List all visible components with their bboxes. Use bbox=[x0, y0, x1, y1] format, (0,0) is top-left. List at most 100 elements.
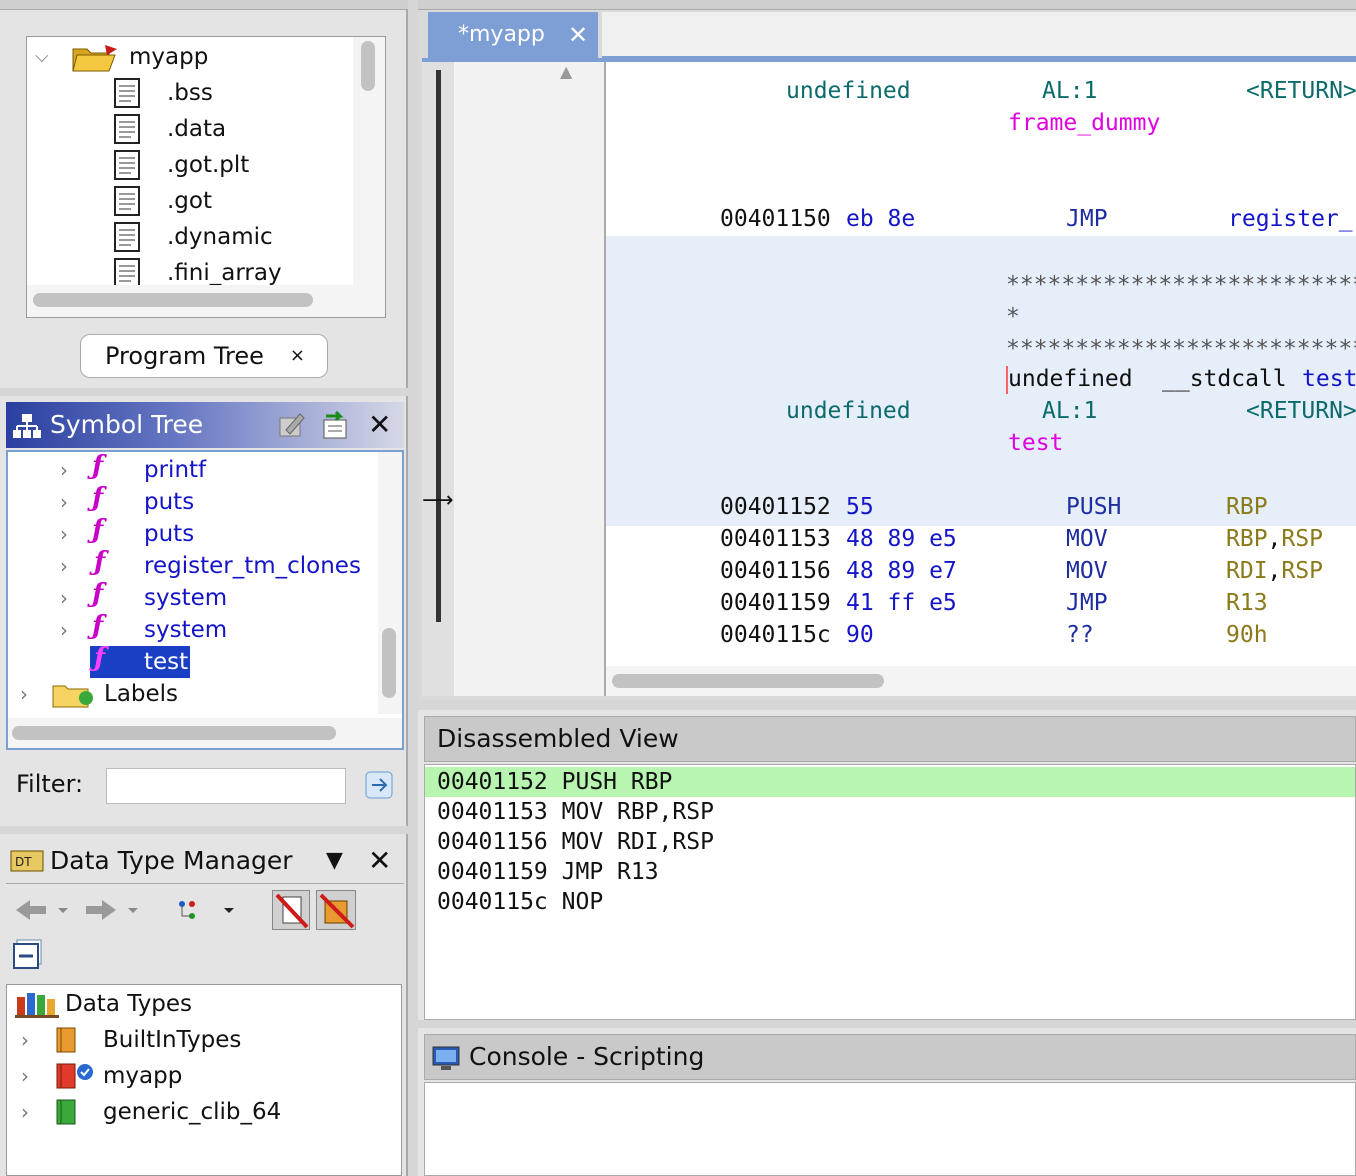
mnemonic[interactable]: PUSH bbox=[1066, 494, 1121, 520]
symbol-label: puts bbox=[144, 521, 195, 547]
scroll-thumb[interactable] bbox=[33, 293, 313, 307]
symbol-tree-icon bbox=[12, 412, 42, 440]
scroll-up-arrow-icon[interactable]: ▲ bbox=[560, 62, 572, 81]
archive-label: myapp bbox=[103, 1063, 183, 1089]
mnemonic[interactable]: JMP bbox=[1066, 206, 1108, 232]
symbol-tree-view[interactable]: › ƒ printf › ƒ puts › ƒ puts › ƒ registe… bbox=[6, 450, 404, 750]
filter-types-icon[interactable] bbox=[176, 894, 238, 926]
console-output[interactable] bbox=[424, 1082, 1356, 1176]
operands[interactable]: RBP,RSP bbox=[1226, 526, 1323, 552]
disassembled-view-body[interactable]: 00401152 PUSH RBP 00401153 MOV RBP,RSP 0… bbox=[424, 764, 1356, 1020]
close-icon[interactable]: ✕ bbox=[568, 12, 588, 58]
chevron-right-icon[interactable]: › bbox=[21, 1059, 29, 1093]
symbol-item[interactable]: › ƒ printf bbox=[8, 452, 378, 486]
disassembly-row[interactable]: 00401156 MOV RDI,RSP bbox=[425, 827, 1355, 857]
dropdown-menu-icon[interactable]: ▼ bbox=[326, 842, 343, 880]
horizontal-scrollbar[interactable] bbox=[8, 718, 402, 748]
function-label[interactable]: test bbox=[1008, 430, 1063, 456]
operand[interactable]: RBP bbox=[1226, 494, 1268, 520]
symbol-item[interactable]: › ƒ system bbox=[8, 611, 378, 646]
operand[interactable]: 90h bbox=[1226, 622, 1268, 648]
vertical-scrollbar[interactable] bbox=[378, 452, 402, 714]
return-label: <RETURN> bbox=[1246, 398, 1356, 424]
chevron-down-icon[interactable]: ⌵ bbox=[35, 39, 49, 75]
symbol-item-selected[interactable]: ƒ test bbox=[90, 643, 190, 678]
scroll-thumb[interactable] bbox=[12, 726, 336, 740]
mnemonic[interactable]: ?? bbox=[1066, 622, 1094, 648]
scroll-thumb[interactable] bbox=[612, 674, 884, 688]
navigation-margin[interactable]: ⟶ bbox=[422, 62, 454, 696]
fragment-icon bbox=[113, 114, 143, 144]
chevron-right-icon[interactable]: › bbox=[60, 550, 68, 582]
hide-archives-icon[interactable] bbox=[316, 890, 356, 930]
symbol-label: test bbox=[144, 649, 189, 675]
collapse-all-icon[interactable] bbox=[12, 938, 44, 972]
mnemonic[interactable]: MOV bbox=[1066, 526, 1108, 552]
listing-tab[interactable]: *myapp ✕ bbox=[428, 12, 598, 58]
vertical-scrollbar[interactable] bbox=[353, 37, 385, 285]
close-icon[interactable]: ✕ bbox=[368, 842, 391, 880]
address[interactable]: 00401156 bbox=[720, 558, 831, 584]
chevron-right-icon[interactable]: › bbox=[21, 1023, 29, 1057]
filter-input[interactable] bbox=[106, 768, 346, 804]
data-type-archive-item[interactable]: › generic_clib_64 bbox=[7, 1095, 397, 1129]
archive-toggle-icon[interactable] bbox=[272, 890, 310, 930]
address[interactable]: 00401159 bbox=[720, 590, 831, 616]
chevron-right-icon[interactable]: › bbox=[60, 454, 68, 486]
close-icon[interactable]: ✕ bbox=[368, 406, 391, 444]
disassembly-row[interactable]: 00401153 MOV RBP,RSP bbox=[425, 797, 1355, 827]
function-icon: ƒ bbox=[94, 643, 106, 673]
operand[interactable]: R13 bbox=[1226, 590, 1268, 616]
back-arrow-icon[interactable] bbox=[12, 894, 72, 926]
chevron-right-icon[interactable]: › bbox=[60, 582, 68, 614]
edit-icon[interactable] bbox=[276, 410, 306, 440]
program-root-label: myapp bbox=[129, 44, 209, 70]
disassembly-row[interactable]: 0040115c NOP bbox=[425, 887, 1355, 917]
return-type: undefined bbox=[786, 398, 911, 424]
mnemonic[interactable]: MOV bbox=[1066, 558, 1108, 584]
filter-label: Filter: bbox=[16, 770, 84, 798]
chevron-right-icon[interactable]: › bbox=[60, 486, 68, 518]
folder-icon bbox=[52, 682, 96, 708]
program-tree-view[interactable]: ⌵ myapp .bss .data .got.plt .got .dynami… bbox=[26, 36, 386, 318]
symbol-item[interactable]: › ƒ puts bbox=[8, 515, 378, 550]
archive-label: BuiltInTypes bbox=[103, 1027, 242, 1053]
console-panel: Console - Scripting bbox=[418, 1028, 1356, 1176]
listing-horizontal-scrollbar[interactable] bbox=[604, 666, 1356, 696]
code-listing[interactable]: undefined AL:1 <RETURN> frame_dummy 0040… bbox=[604, 62, 1356, 666]
filter-options-icon[interactable] bbox=[362, 768, 396, 802]
address[interactable]: 00401150 bbox=[720, 206, 831, 232]
symbol-item[interactable]: › ƒ register_tm_clones bbox=[8, 547, 378, 582]
data-type-archive-item[interactable]: › myapp bbox=[7, 1059, 397, 1093]
labels-folder[interactable]: › Labels bbox=[8, 678, 378, 710]
program-tree-tab[interactable]: Program Tree × bbox=[80, 334, 328, 378]
disassembly-row-highlighted[interactable]: 00401152 PUSH RBP bbox=[425, 767, 1355, 797]
flow-arrow-margin[interactable]: ▲ bbox=[454, 62, 604, 696]
horizontal-scrollbar[interactable] bbox=[27, 285, 385, 317]
address[interactable]: 00401152 bbox=[720, 494, 831, 520]
disassembly-row[interactable]: 00401159 JMP R13 bbox=[425, 857, 1355, 887]
signature-name[interactable]: test( bbox=[1302, 366, 1356, 392]
operands[interactable]: RDI,RSP bbox=[1226, 558, 1323, 584]
scroll-thumb[interactable] bbox=[361, 41, 375, 91]
data-type-archive-item[interactable]: › BuiltInTypes bbox=[7, 1023, 397, 1057]
scroll-thumb[interactable] bbox=[382, 628, 396, 698]
forward-arrow-icon[interactable] bbox=[82, 894, 142, 926]
close-icon[interactable]: × bbox=[290, 335, 305, 377]
address[interactable]: 00401153 bbox=[720, 526, 831, 552]
chevron-right-icon[interactable]: › bbox=[20, 678, 28, 710]
chevron-right-icon[interactable]: › bbox=[60, 614, 68, 646]
operand[interactable]: register_ bbox=[1228, 206, 1353, 232]
operand: RDI bbox=[1226, 558, 1268, 584]
symbol-item[interactable]: › ƒ system bbox=[8, 579, 378, 614]
chevron-right-icon[interactable]: › bbox=[21, 1095, 29, 1129]
mnemonic[interactable]: JMP bbox=[1066, 590, 1108, 616]
function-label[interactable]: frame_dummy bbox=[1008, 110, 1160, 136]
chevron-right-icon[interactable]: › bbox=[60, 518, 68, 550]
address[interactable]: 0040115c bbox=[720, 622, 831, 648]
data-type-manager-panel: DT Data Type Manager ▼ ✕ Data Types › Bu… bbox=[0, 834, 408, 1176]
signature-return-type[interactable]: undefined bbox=[1008, 366, 1133, 392]
symbol-item[interactable]: › ƒ puts bbox=[8, 483, 378, 518]
navigate-icon[interactable] bbox=[320, 410, 350, 440]
data-types-tree[interactable]: Data Types › BuiltInTypes › myapp › gene… bbox=[6, 984, 402, 1176]
